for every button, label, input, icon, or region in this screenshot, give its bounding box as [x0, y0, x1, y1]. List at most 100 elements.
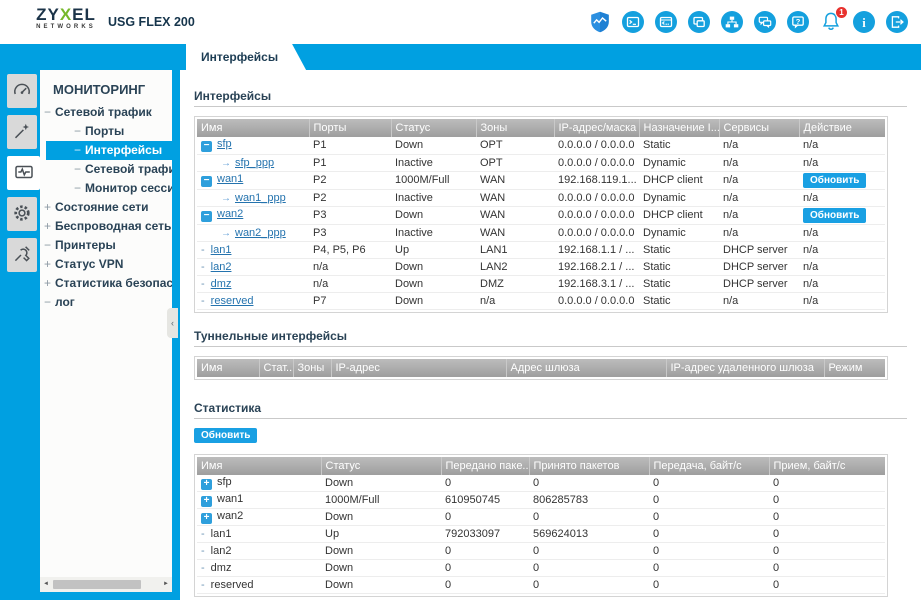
sidebar-item-интерфейсы[interactable]: −Интерфейсы — [46, 141, 172, 160]
nav-dashboard-tab[interactable] — [7, 74, 37, 108]
nav-monitoring-tab[interactable] — [7, 156, 40, 190]
row-refresh-button[interactable]: Обновить — [803, 208, 866, 223]
notification-bell-icon[interactable]: 1 — [819, 10, 843, 34]
console-icon[interactable] — [654, 10, 678, 34]
statistics-refresh-button[interactable]: Обновить — [194, 428, 257, 443]
tree-toggle-icon: − — [74, 179, 85, 198]
table-row[interactable]: →wan2_pppP3InactiveWAN0.0.0.0 / 0.0.0.0D… — [197, 224, 885, 241]
table-row[interactable]: -lan1P4, P5, P6UpLAN1192.168.1.1 / ...St… — [197, 241, 885, 258]
logout-icon[interactable] — [885, 10, 909, 34]
column-header[interactable]: Стат... — [259, 359, 293, 377]
sitemap-icon[interactable] — [720, 10, 744, 34]
table-row[interactable]: →wan1_pppP2InactiveWAN0.0.0.0 / 0.0.0.0D… — [197, 189, 885, 206]
column-header[interactable]: IP-адрес удаленного шлюза — [666, 359, 824, 377]
expand-box-icon[interactable]: + — [201, 513, 212, 524]
tree-toggle-icon: + — [44, 217, 55, 236]
column-header[interactable]: Действие — [799, 119, 885, 137]
table-row[interactable]: +wan11000M/Full61095074580628578300 — [197, 492, 885, 509]
sidebar-collapse-handle[interactable]: ‹ — [167, 308, 178, 338]
interface-link[interactable]: wan2_ppp — [235, 227, 286, 239]
sidebar-item-порты[interactable]: −Порты — [40, 122, 172, 141]
sidebar-item-сетевой-трафик[interactable]: −Сетевой трафик — [40, 160, 172, 179]
column-header[interactable]: Имя — [197, 457, 321, 475]
table-row[interactable]: -dmzn/aDownDMZ192.168.3.1 / ...StaticDHC… — [197, 275, 885, 292]
table-header-row: ИмяСтатусПередано паке...Принято пакетов… — [197, 457, 885, 475]
table-row[interactable]: →sfp_pppP1InactiveOPT0.0.0.0 / 0.0.0.0Dy… — [197, 154, 885, 171]
column-header[interactable]: Принято пакетов — [529, 457, 649, 475]
section-divider — [194, 418, 907, 419]
table-row[interactable]: -dmzDown0000 — [197, 560, 885, 577]
interface-link[interactable]: lan2 — [211, 261, 232, 273]
table-row[interactable]: −wan2P3DownWAN0.0.0.0 / 0.0.0.0DHCP clie… — [197, 206, 885, 224]
cell: Up — [321, 526, 441, 543]
scroll-left-arrow-icon[interactable]: ◄ — [40, 577, 52, 592]
scrollbar-thumb[interactable] — [53, 580, 141, 589]
column-header[interactable]: Имя — [197, 119, 309, 137]
column-header[interactable]: Имя — [197, 359, 259, 377]
sidebar-item-принтеры[interactable]: −Принтеры — [40, 236, 172, 255]
tab-interfaces[interactable]: Интерфейсы — [186, 44, 306, 70]
scroll-right-arrow-icon[interactable]: ► — [160, 577, 172, 592]
sidebar-item-label: Интерфейсы — [85, 143, 162, 157]
table-row[interactable]: -reservedDown0000 — [197, 577, 885, 594]
sidebar-item-состояние-сети[interactable]: +Состояние сети — [40, 198, 172, 217]
app-header: ZYXEL NETWORKS USG FLEX 200 ?1i — [0, 0, 921, 44]
column-header[interactable]: Передано паке... — [441, 457, 529, 475]
nav-setup-wizard-tab[interactable] — [7, 115, 37, 149]
sidebar-item-монитор-сессий[interactable]: −Монитор сессий — [40, 179, 172, 198]
column-header[interactable]: Статус — [321, 457, 441, 475]
sidebar-item-беспроводная-сеть[interactable]: +Беспроводная сеть — [40, 217, 172, 236]
web-console-icon[interactable] — [687, 10, 711, 34]
table-row[interactable]: -reservedP7Downn/a0.0.0.0 / 0.0.0.0Stati… — [197, 292, 885, 309]
info-icon[interactable]: i — [852, 10, 876, 34]
column-header[interactable]: Статус — [391, 119, 476, 137]
column-header[interactable]: Сервисы — [719, 119, 799, 137]
collapse-box-icon[interactable]: − — [201, 211, 212, 222]
table-row[interactable]: −wan1P21000M/FullWAN192.168.119.1...DHCP… — [197, 171, 885, 189]
nav-configuration-tab[interactable] — [7, 197, 37, 231]
sidebar-item-сетевой-трафик[interactable]: −Сетевой трафик — [40, 103, 172, 122]
interface-link[interactable]: wan1 — [217, 173, 243, 185]
column-header[interactable]: Адрес шлюза — [506, 359, 666, 377]
column-header[interactable]: IP-адрес — [331, 359, 506, 377]
collapse-box-icon[interactable]: − — [201, 141, 212, 152]
row-refresh-button[interactable]: Обновить — [803, 173, 866, 188]
interface-name-cell: +wan2 — [197, 509, 321, 526]
interface-link[interactable]: lan1 — [211, 244, 232, 256]
main-content: Интерфейсы ИмяПортыСтатусЗоныIP-адрес/ма… — [180, 70, 921, 600]
interface-name-cell: -reserved — [197, 577, 321, 594]
interface-link[interactable]: wan1_ppp — [235, 192, 286, 204]
table-row[interactable]: +wan2Down0000 — [197, 509, 885, 526]
expand-box-icon[interactable]: + — [201, 479, 212, 490]
column-header[interactable]: Зоны — [476, 119, 554, 137]
forum-icon[interactable] — [753, 10, 777, 34]
interface-link[interactable]: reserved — [211, 295, 254, 307]
column-header[interactable]: IP-адрес/маска — [554, 119, 639, 137]
cli-icon[interactable] — [621, 10, 645, 34]
column-header[interactable]: Прием, байт/с — [769, 457, 885, 475]
interface-link[interactable]: sfp_ppp — [235, 157, 274, 169]
table-row[interactable]: -lan2n/aDownLAN2192.168.2.1 / ...StaticD… — [197, 258, 885, 275]
column-header[interactable]: Порты — [309, 119, 391, 137]
interface-link[interactable]: wan2 — [217, 208, 243, 220]
table-row[interactable]: -lan2Down0000 — [197, 543, 885, 560]
column-header[interactable]: Передача, байт/с — [649, 457, 769, 475]
table-row[interactable]: +sfpDown0000 — [197, 475, 885, 492]
secureporter-icon[interactable] — [588, 10, 612, 34]
interface-link[interactable]: sfp — [217, 138, 232, 150]
table-row[interactable]: -lan1Up79203309756962401300 — [197, 526, 885, 543]
column-header[interactable]: Назначение I... — [639, 119, 719, 137]
table-row[interactable]: −sfpP1DownOPT0.0.0.0 / 0.0.0.0Staticn/an… — [197, 137, 885, 154]
sidebar-item-статистика-безопасн[interactable]: +Статистика безопасн — [40, 274, 172, 293]
sidebar-item-статус-vpn[interactable]: +Статус VPN — [40, 255, 172, 274]
tree-toggle-icon: − — [44, 103, 55, 122]
collapse-box-icon[interactable]: − — [201, 176, 212, 187]
column-header[interactable]: Зоны — [293, 359, 331, 377]
expand-box-icon[interactable]: + — [201, 496, 212, 507]
sidebar-item-лог[interactable]: −лог — [40, 293, 172, 312]
interface-name-cell: +sfp — [197, 475, 321, 492]
nav-maintenance-tab[interactable] — [7, 238, 37, 272]
interface-link[interactable]: dmz — [211, 278, 232, 290]
help-icon[interactable]: ? — [786, 10, 810, 34]
column-header[interactable]: Режим — [824, 359, 885, 377]
